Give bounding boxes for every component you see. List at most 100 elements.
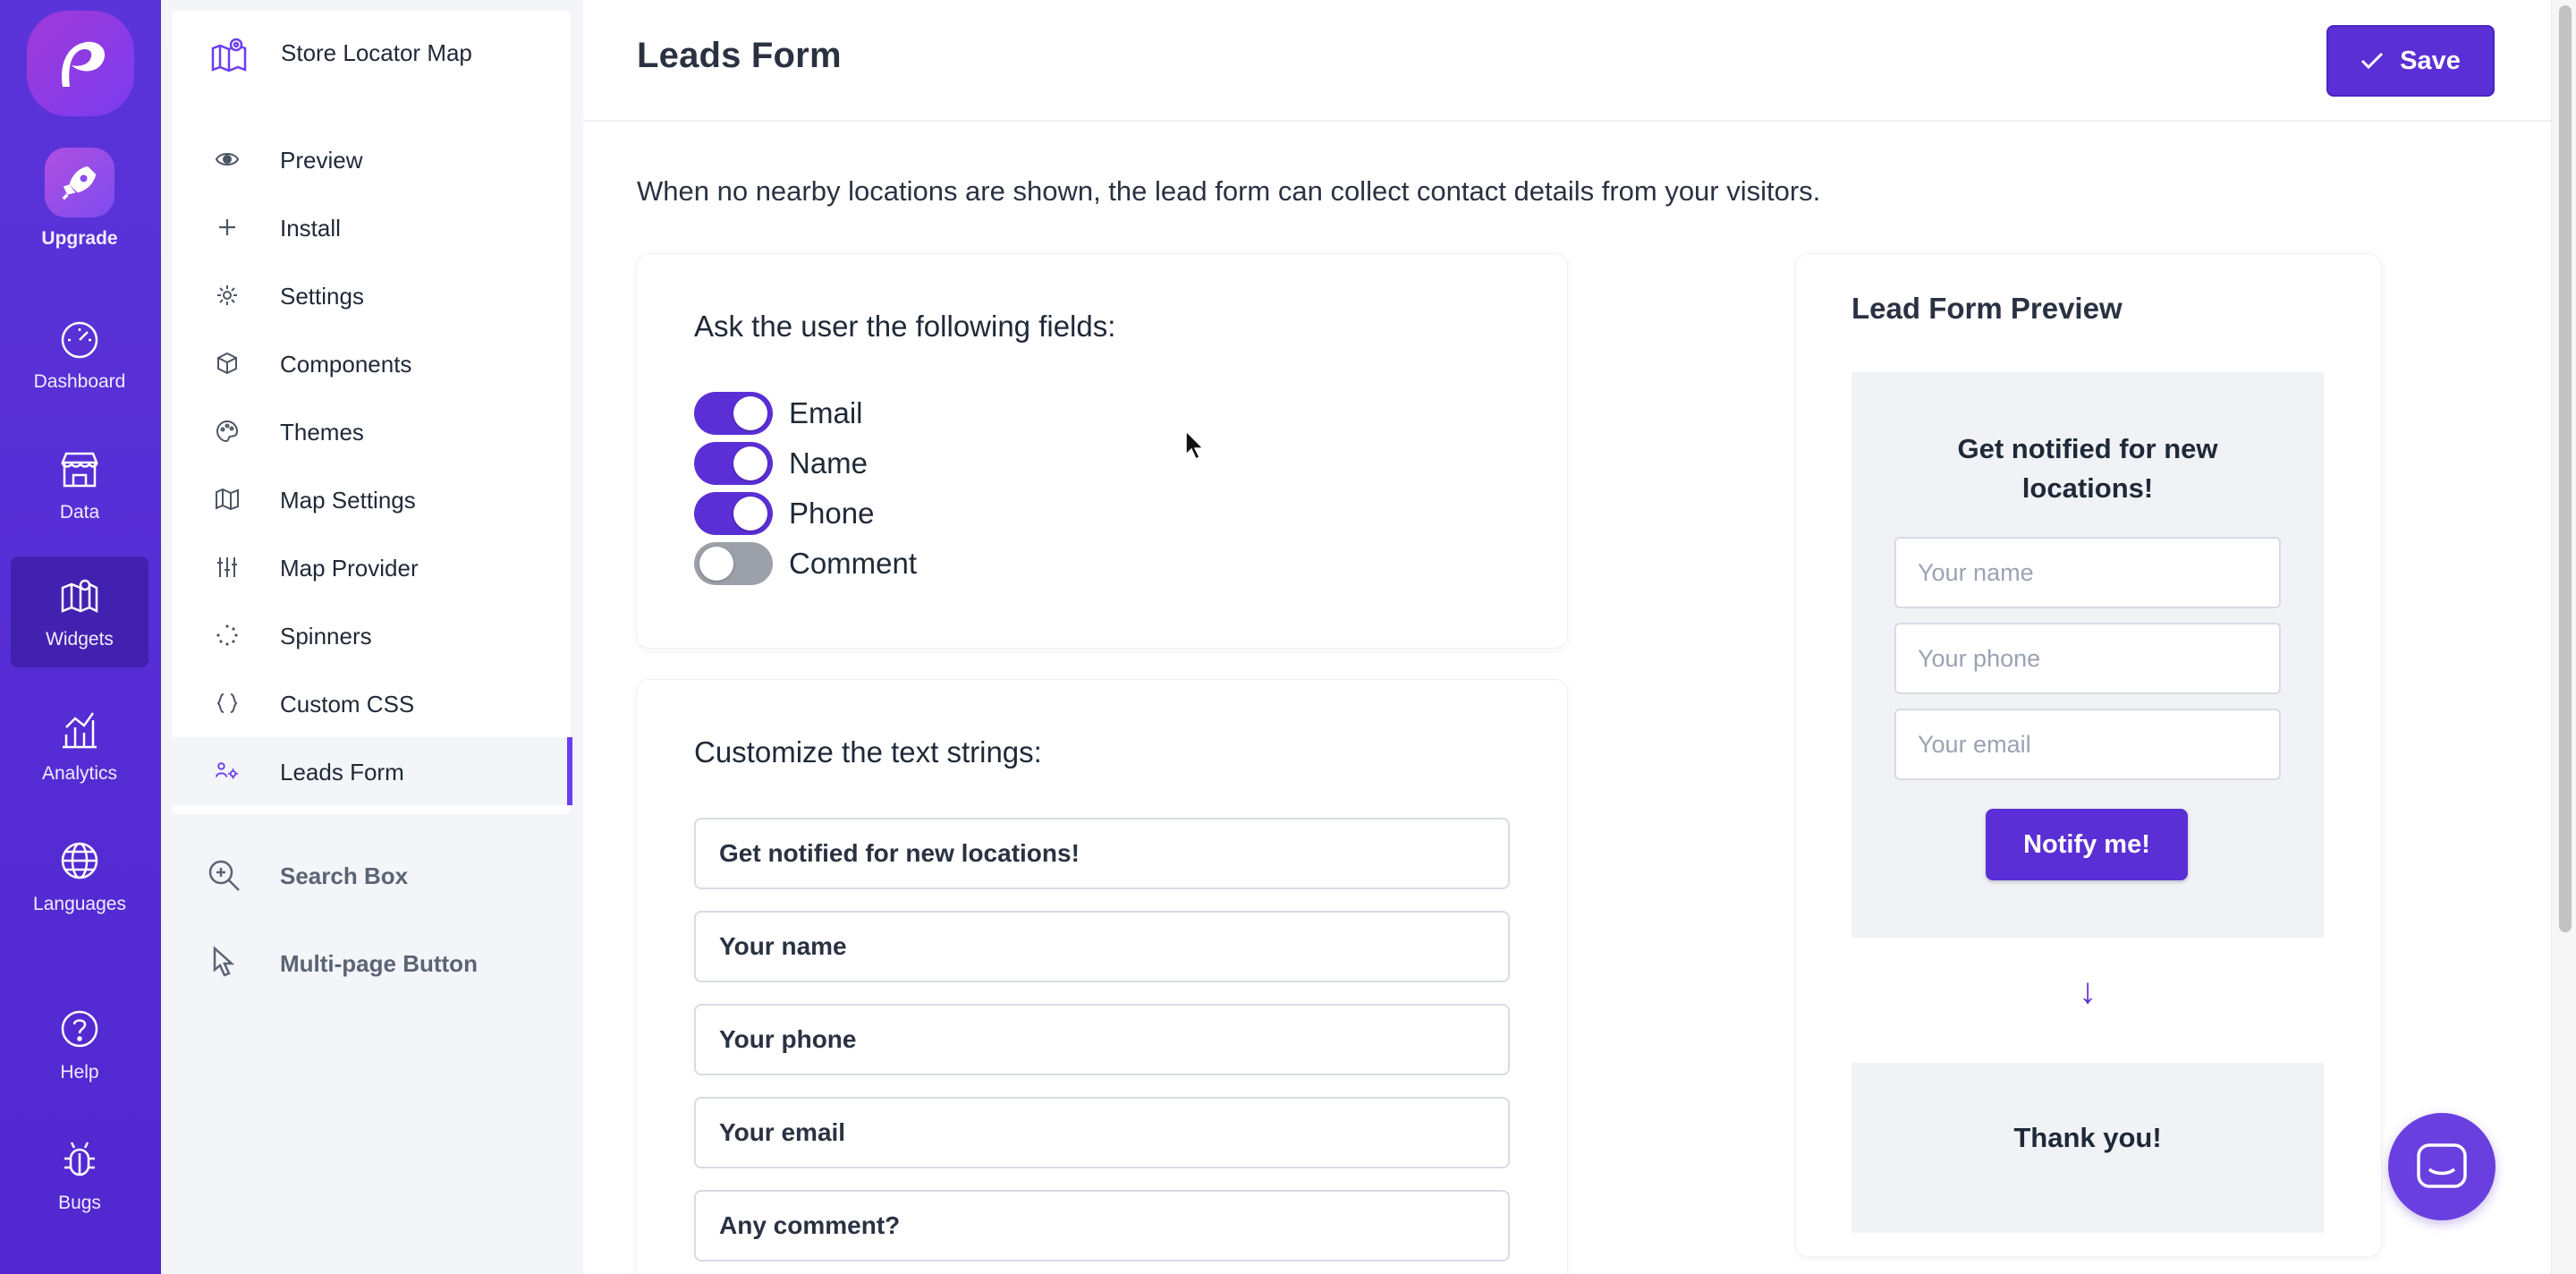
preview-title: Lead Form Preview	[1852, 292, 2123, 325]
menu-item-settings[interactable]: Settings	[172, 261, 571, 329]
map-icon	[215, 487, 240, 512]
preview-email-input[interactable]: Your email	[1894, 709, 2281, 780]
rail-help[interactable]: Help	[11, 989, 148, 1100]
thank-you-box: Thank you!	[1852, 1063, 2324, 1233]
rail-dashboard-label: Dashboard	[33, 371, 126, 392]
map-widget-icon	[61, 579, 98, 614]
toggle-comment[interactable]: Comment	[694, 542, 917, 585]
cube-icon	[215, 351, 240, 376]
rail-languages[interactable]: Languages	[11, 821, 148, 932]
string-input-phone[interactable]: Your phone	[694, 1004, 1510, 1075]
menu-item-custom-css[interactable]: Custom CSS	[172, 669, 571, 737]
toggle-label: Comment	[789, 547, 918, 580]
menu-item-label: Map Settings	[280, 487, 416, 514]
widget-multi-page-button[interactable]: Multi-page Button	[161, 927, 583, 998]
menu-item-label: Custom CSS	[280, 691, 415, 718]
widget-sidebar: Store Locator Map Preview Install Settin…	[161, 0, 583, 1274]
phone-toggle-switch[interactable]	[694, 492, 773, 535]
plus-icon	[215, 215, 240, 240]
rail-dashboard[interactable]: Dashboard	[11, 299, 148, 410]
string-input-email[interactable]: Your email	[694, 1097, 1510, 1168]
string-input-name[interactable]: Your name	[694, 911, 1510, 982]
app-logo[interactable]	[27, 11, 134, 116]
rail-bugs-label: Bugs	[58, 1193, 101, 1213]
braces-icon	[215, 691, 240, 716]
chat-launcher-button[interactable]	[2388, 1113, 2496, 1220]
email-toggle-switch[interactable]	[694, 392, 773, 435]
rail-help-label: Help	[60, 1062, 99, 1083]
page-title: Leads Form	[637, 36, 842, 75]
sliders-icon	[215, 555, 240, 580]
preview-name-input[interactable]: Your name	[1894, 537, 2281, 608]
rail-upgrade-label: Upgrade	[41, 228, 118, 249]
app-rail: Upgrade Dashboard Data Widgets Analytics…	[0, 0, 161, 1274]
string-input-comment[interactable]: Any comment?	[694, 1190, 1510, 1261]
toggle-name[interactable]: Name	[694, 442, 868, 485]
rail-analytics[interactable]: Analytics	[11, 691, 148, 802]
widget-search-box-label: Search Box	[280, 862, 409, 889]
rail-bugs[interactable]: Bugs	[11, 1120, 148, 1231]
widget-multi-page-button-label: Multi-page Button	[280, 950, 478, 977]
bug-icon	[64, 1142, 95, 1176]
rail-analytics-label: Analytics	[41, 763, 118, 784]
rail-widgets-label: Widgets	[46, 629, 114, 650]
menu-item-themes[interactable]: Themes	[172, 397, 571, 465]
preview-heading: Get notified for new locations!	[1957, 433, 2218, 504]
notify-button[interactable]: Notify me!	[1986, 809, 2188, 880]
palette-icon	[215, 419, 240, 444]
name-toggle-switch[interactable]	[694, 442, 773, 485]
preview-phone-input[interactable]: Your phone	[1894, 623, 2281, 694]
gauge-icon	[61, 321, 98, 359]
menu-item-label: Components	[280, 351, 412, 378]
widget-search-box[interactable]: Search Box	[161, 839, 583, 911]
chat-icon	[2417, 1143, 2467, 1188]
rail-data[interactable]: Data	[11, 429, 148, 540]
rocket-icon	[45, 148, 114, 217]
toggle-label: Email	[789, 396, 863, 429]
rail-upgrade[interactable]: Upgrade	[11, 143, 148, 254]
menu-item-label: Install	[280, 215, 341, 242]
menu-item-label: Preview	[280, 147, 363, 174]
menu-item-spinners[interactable]: Spinners	[172, 601, 571, 669]
eye-icon	[215, 147, 240, 172]
menu-item-preview[interactable]: Preview	[172, 125, 571, 193]
fields-card: Ask the user the following fields: Email…	[637, 254, 1567, 648]
toggle-label: Phone	[789, 497, 875, 530]
menu-item-map-provider[interactable]: Map Provider	[172, 533, 571, 601]
menu-item-components[interactable]: Components	[172, 329, 571, 397]
scroll-thumb[interactable]	[2559, 5, 2572, 932]
widget-header[interactable]: Store Locator Map	[172, 11, 571, 97]
thank-you-text: Thank you!	[2013, 1122, 2162, 1153]
intro-text: When no nearby locations are shown, the …	[637, 175, 1821, 207]
spinner-icon	[215, 623, 240, 648]
widget-menu: Store Locator Map Preview Install Settin…	[172, 11, 572, 814]
pointer-icon	[213, 946, 235, 977]
menu-item-map-settings[interactable]: Map Settings	[172, 465, 571, 533]
rail-languages-label: Languages	[33, 894, 126, 914]
string-input-heading[interactable]: Get notified for new locations!	[694, 818, 1510, 889]
rail-widgets[interactable]: Widgets	[11, 556, 148, 667]
gear-icon	[215, 283, 240, 308]
toggle-label: Name	[789, 446, 869, 480]
toggle-email[interactable]: Email	[694, 392, 863, 435]
help-icon	[61, 1010, 98, 1048]
main-content: Leads Form Save When no nearby locations…	[583, 0, 2551, 1274]
main-scrollbar[interactable]	[2551, 0, 2576, 1274]
menu-item-install[interactable]: Install	[172, 193, 571, 261]
menu-item-label: Themes	[280, 419, 364, 446]
logo-icon	[62, 41, 106, 87]
menu-item-label: Settings	[280, 283, 364, 310]
strings-card: Customize the text strings: Get notified…	[637, 680, 1567, 1274]
preview-card: Lead Form Preview Get notified for new l…	[1796, 254, 2381, 1256]
menu-item-leads-form[interactable]: Leads Form	[172, 737, 572, 805]
toggle-phone[interactable]: Phone	[694, 492, 874, 535]
menu-item-label: Leads Form	[280, 759, 404, 786]
save-button[interactable]: Save	[2326, 25, 2495, 97]
zoom-icon	[208, 860, 240, 891]
store-icon	[61, 452, 98, 488]
fields-card-title: Ask the user the following fields:	[694, 310, 1116, 343]
strings-card-title: Customize the text strings:	[694, 735, 1042, 769]
comment-toggle-switch[interactable]	[694, 542, 773, 585]
check-icon	[2361, 52, 2384, 70]
users-gear-icon	[215, 759, 240, 784]
